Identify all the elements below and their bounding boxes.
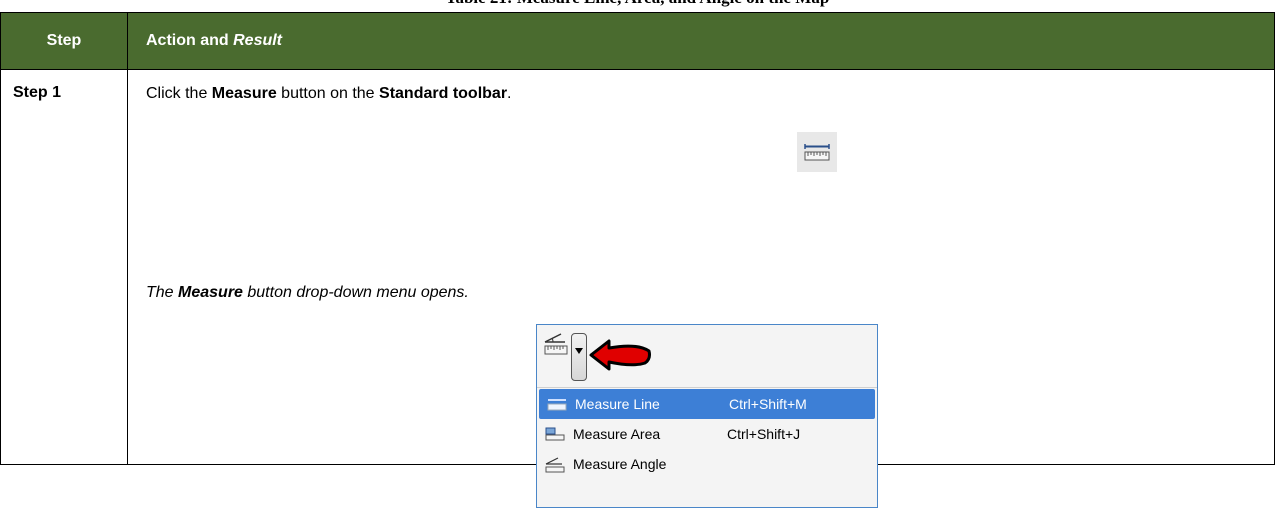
instruction-bold-measure: Measure [211, 85, 277, 102]
instruction-mid: button on the [276, 85, 380, 102]
steps-table: Step Action and Result Step 1 Click the … [0, 12, 1275, 508]
menu-item-shortcut: Ctrl+Shift+M [729, 396, 807, 412]
step-label: Step 1 [0, 69, 128, 465]
table-row: Step 1 Click the Measure button on the S… [0, 69, 1275, 508]
page-heading-text: Table 21: Measure Line, Area, and Angle … [0, 0, 1275, 8]
header-action-prefix: Action and [146, 32, 234, 49]
measure-angle-icon [544, 333, 568, 355]
menu-item-measure-angle[interactable]: Measure Angle [537, 449, 877, 479]
menu-item-label: Measure Angle [573, 456, 667, 472]
result-post: button drop-down menu opens. [242, 284, 469, 301]
menu-item-label: Measure Area [573, 426, 661, 442]
measure-area-icon [545, 427, 565, 441]
header-step: Step [0, 12, 128, 70]
action-cell: Click the Measure button on the Standard… [127, 69, 1275, 508]
instruction-pre: Click the [146, 85, 212, 102]
menu-item-measure-area[interactable]: Measure Area Ctrl+Shift+J [537, 419, 877, 449]
dropdown-screenshot: Measure Line Ctrl+Shift+M Measure Area C… [536, 324, 878, 508]
ruler-icon [804, 144, 830, 161]
measure-button-image [797, 132, 837, 172]
menu-item-measure-line[interactable]: Measure Line Ctrl+Shift+M [539, 389, 875, 419]
red-arrow-icon [589, 339, 651, 371]
toolbar-separator [537, 387, 877, 388]
instruction-post: . [507, 85, 512, 102]
menu-item-shortcut: Ctrl+Shift+J [727, 426, 801, 442]
result-text: The Measure button drop-down menu opens. [146, 284, 469, 302]
table-header-row: Step Action and Result [0, 12, 1275, 70]
measure-line-icon [547, 399, 567, 411]
result-bold-measure: Measure [178, 284, 243, 301]
dropdown-arrow-button[interactable] [571, 333, 587, 381]
instruction-text: Click the Measure button on the Standard… [146, 85, 512, 103]
instruction-bold-toolbar: Standard toolbar [379, 85, 508, 102]
header-action-italic: Result [233, 32, 283, 49]
menu-item-label: Measure Line [575, 396, 660, 412]
page-heading: Table 21: Measure Line, Area, and Angle … [0, 0, 1275, 8]
result-pre: The [146, 284, 179, 301]
measure-angle-icon [545, 457, 565, 473]
measure-dropdown-menu: Measure Line Ctrl+Shift+M Measure Area C… [537, 389, 877, 479]
header-action: Action and Result [127, 12, 1275, 70]
